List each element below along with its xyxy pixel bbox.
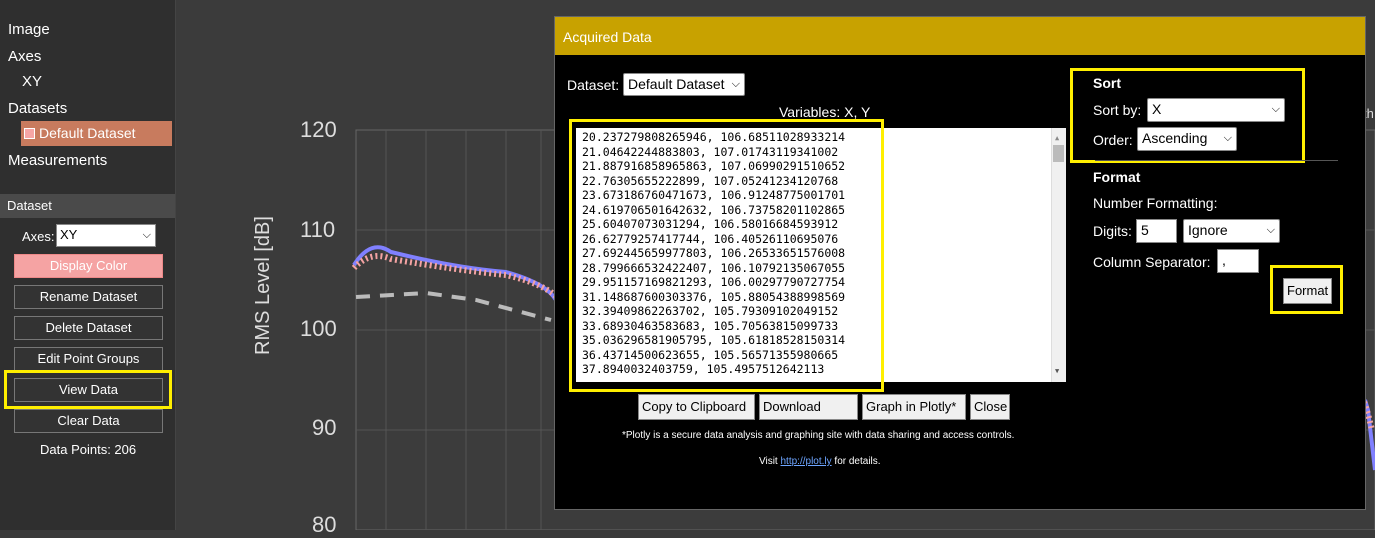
data-row: 27.692445659977803, 106.26533651576008 bbox=[582, 246, 846, 260]
data-row: 33.68930463583683, 105.70563815099733 bbox=[582, 318, 839, 333]
dataset-select-value: Default Dataset bbox=[628, 76, 725, 92]
close-button[interactable]: Close bbox=[970, 394, 1010, 420]
format-heading: Format bbox=[1093, 169, 1141, 185]
menu-datasets[interactable]: Datasets bbox=[8, 100, 67, 117]
axes-select[interactable]: XY ⌵ bbox=[56, 224, 156, 247]
menu-image[interactable]: Image bbox=[8, 21, 50, 38]
scrollbar[interactable]: ▲ ▼ bbox=[1051, 128, 1066, 382]
digits-mode-value: Ignore bbox=[1188, 222, 1228, 238]
y-tick-100: 100 bbox=[300, 316, 337, 341]
scroll-thumb[interactable] bbox=[1053, 145, 1064, 162]
digits-mode-select[interactable]: Ignore ⌵ bbox=[1183, 219, 1280, 243]
sort-by-value: X bbox=[1152, 101, 1162, 117]
data-row: 32.39409862263702, 105.79309102049152 bbox=[582, 304, 839, 318]
sort-by-label: Sort by: bbox=[1093, 102, 1142, 118]
graph-in-plotly-button[interactable]: Graph in Plotly* bbox=[862, 394, 966, 420]
order-select[interactable]: Ascending ⌵ bbox=[1137, 127, 1237, 151]
plotly-note: *Plotly is a secure data analysis and gr… bbox=[622, 430, 1015, 441]
sort-by-select[interactable]: X ⌵ bbox=[1147, 98, 1285, 122]
display-color-button[interactable]: Display Color bbox=[14, 254, 163, 278]
data-row: 31.148687600303376, 105.88054388998569 bbox=[582, 289, 846, 304]
y-axis-label: RMS Level [dB] bbox=[252, 216, 274, 355]
format-button[interactable]: Format bbox=[1283, 278, 1332, 304]
data-row: 36.43714500623655, 105.56571355980665 bbox=[582, 347, 839, 362]
chevron-down-icon: ⌵ bbox=[731, 78, 740, 90]
data-row: 21.887916858965863, 107.06990291510652 bbox=[582, 159, 846, 173]
dataset-color-swatch bbox=[24, 128, 35, 139]
data-textarea[interactable]: 20.237279808265946, 106.68511028933214 21… bbox=[576, 128, 1066, 382]
scroll-down-icon[interactable]: ▼ bbox=[1055, 364, 1059, 379]
data-rows: 20.237279808265946, 106.68511028933214 21… bbox=[582, 130, 1066, 377]
clear-data-button[interactable]: Clear Data bbox=[14, 409, 163, 433]
variables-label: Variables: X, Y bbox=[779, 104, 871, 120]
order-label: Order: bbox=[1093, 132, 1133, 148]
dialog-title: Acquired Data bbox=[555, 17, 1365, 55]
scroll-up-icon[interactable]: ▲ bbox=[1055, 131, 1059, 146]
digits-input[interactable]: 5 bbox=[1136, 219, 1177, 243]
axes-select-value: XY bbox=[60, 227, 78, 242]
delete-dataset-button[interactable]: Delete Dataset bbox=[14, 316, 163, 340]
rename-dataset-button[interactable]: Rename Dataset bbox=[14, 285, 163, 309]
plotly-visit-note: Visit http://plot.ly for details. bbox=[759, 456, 881, 467]
plotly-link[interactable]: http://plot.ly bbox=[781, 456, 832, 467]
menu-axes-xy[interactable]: XY bbox=[22, 73, 42, 90]
data-row: 21.04642244883803, 107.01743119341002 bbox=[582, 144, 839, 159]
sidebar: Image Axes XY Datasets Default Dataset M… bbox=[0, 0, 176, 530]
copy-to-clipboard-button[interactable]: Copy to Clipboard bbox=[638, 394, 755, 420]
y-tick-80: 80 bbox=[312, 512, 337, 537]
menu-axes[interactable]: Axes bbox=[8, 48, 41, 65]
menu-default-dataset[interactable]: Default Dataset bbox=[21, 121, 172, 146]
column-separator-input[interactable]: , bbox=[1217, 249, 1259, 273]
data-row: 25.60407073031294, 106.58016684593912 bbox=[582, 217, 839, 231]
sort-divider bbox=[1095, 160, 1338, 161]
y-tick-110: 110 bbox=[300, 217, 336, 242]
chevron-down-icon: ⌵ bbox=[142, 229, 151, 241]
data-row: 28.799666532422407, 106.10792135067055 bbox=[582, 260, 846, 275]
download-csv-button[interactable]: Download .CSV bbox=[759, 394, 858, 438]
y-tick-90: 90 bbox=[312, 415, 337, 440]
dataset-section-header: Dataset bbox=[0, 194, 175, 218]
sort-heading: Sort bbox=[1093, 75, 1121, 91]
data-row: 37.8940032403759, 105.4957512642113 bbox=[582, 362, 825, 376]
data-row: 22.76305655222899, 107.05241234120768 bbox=[582, 173, 839, 188]
details-text: for details. bbox=[831, 456, 881, 467]
data-row: 35.036296581905795, 105.61818528150314 bbox=[582, 333, 846, 347]
number-formatting-label: Number Formatting: bbox=[1093, 195, 1218, 211]
axes-label: Axes: bbox=[22, 229, 55, 244]
data-row: 20.237279808265946, 106.68511028933214 bbox=[582, 130, 846, 144]
data-row: 23.673186760471673, 106.91248775001701 bbox=[582, 188, 846, 202]
view-data-button[interactable]: View Data bbox=[14, 378, 163, 402]
chevron-down-icon: ⌵ bbox=[1223, 132, 1232, 144]
digits-label: Digits: bbox=[1093, 223, 1132, 239]
dataset-item-label: Default Dataset bbox=[39, 125, 136, 141]
menu-measurements[interactable]: Measurements bbox=[8, 152, 107, 169]
column-separator-label: Column Separator: bbox=[1093, 254, 1211, 270]
dataset-label: Dataset: bbox=[567, 77, 620, 93]
dataset-select[interactable]: Default Dataset ⌵ bbox=[623, 73, 745, 96]
visit-text: Visit bbox=[759, 456, 781, 467]
y-tick-120: 120 bbox=[300, 117, 337, 142]
data-row: 29.951157169821293, 106.00297790727754 bbox=[582, 275, 846, 289]
data-row: 26.62779257417744, 106.40526110695076 bbox=[582, 231, 839, 246]
order-value: Ascending bbox=[1142, 130, 1208, 146]
chevron-down-icon: ⌵ bbox=[1266, 224, 1275, 236]
edit-point-groups-button[interactable]: Edit Point Groups bbox=[14, 347, 163, 371]
data-points-count: Data Points: 206 bbox=[40, 442, 137, 457]
data-row: 24.619706501642632, 106.73758201102865 bbox=[582, 202, 846, 217]
chevron-down-icon: ⌵ bbox=[1271, 103, 1280, 115]
